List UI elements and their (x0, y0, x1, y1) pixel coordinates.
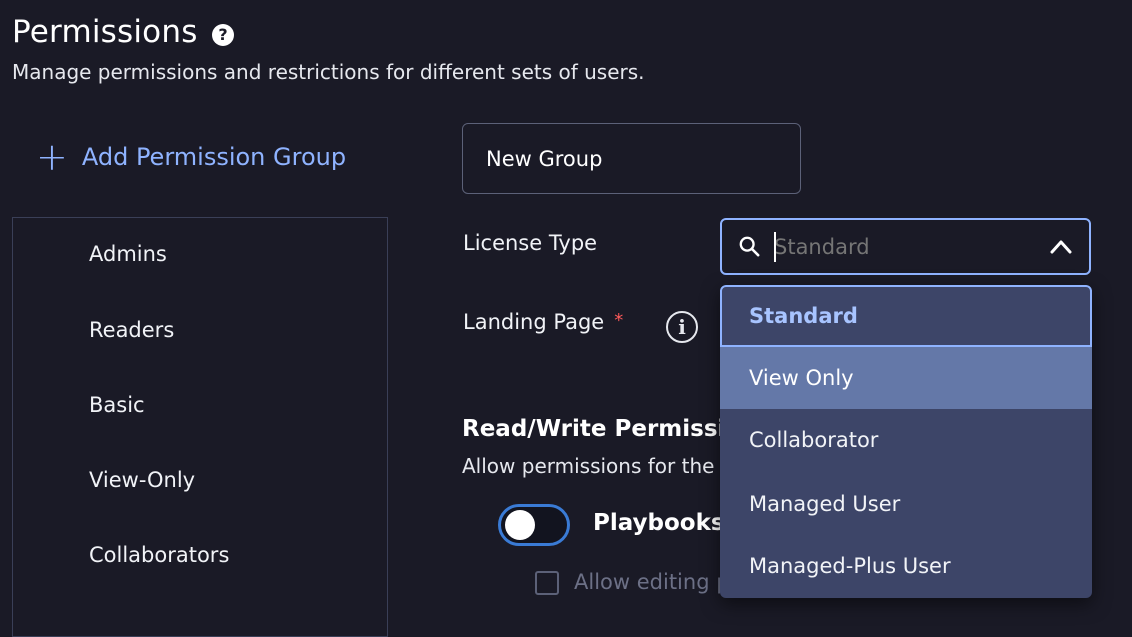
license-option-managed-plus-user[interactable]: Managed-Plus User (720, 535, 1092, 597)
landing-page-label-text: Landing Page (463, 310, 605, 334)
playbooks-toggle[interactable] (498, 504, 570, 546)
text-cursor (774, 232, 776, 262)
allow-editing-checkbox[interactable] (535, 571, 559, 595)
required-indicator: * (614, 310, 624, 331)
license-option-standard[interactable]: Standard (720, 285, 1092, 347)
plus-icon: + (36, 135, 68, 179)
info-circle-icon[interactable]: i (666, 311, 698, 343)
landing-page-label: Landing Page * (463, 310, 623, 334)
question-circle-icon[interactable]: ? (212, 24, 234, 46)
add-permission-group-label: Add Permission Group (81, 143, 347, 171)
group-item-collaborators[interactable]: Collaborators (89, 543, 229, 567)
search-icon (739, 236, 760, 257)
playbooks-label: Playbooks (593, 510, 720, 536)
license-option-view-only[interactable]: View Only (720, 347, 1092, 409)
license-type-select[interactable] (720, 218, 1091, 275)
group-item-view-only[interactable]: View-Only (89, 468, 195, 492)
group-name-input[interactable] (462, 123, 801, 194)
allow-editing-label: Allow editing playbooks (574, 570, 720, 594)
toggle-knob (505, 510, 535, 540)
group-item-admins[interactable]: Admins (89, 242, 167, 266)
license-type-label: License Type (463, 231, 598, 255)
license-option-managed-user[interactable]: Managed User (720, 473, 1092, 535)
license-option-collaborator[interactable]: Collaborator (720, 409, 1092, 471)
add-permission-group-button[interactable]: + Add Permission Group (36, 135, 347, 179)
page-subtitle: Manage permissions and restrictions for … (12, 60, 645, 84)
group-item-basic[interactable]: Basic (89, 393, 145, 417)
group-item-readers[interactable]: Readers (89, 318, 174, 342)
license-type-dropdown: Standard View Only Collaborator Managed … (720, 285, 1092, 598)
read-write-permissions-title: Read/Write Permissions (462, 416, 720, 442)
chevron-up-icon[interactable] (1049, 236, 1073, 258)
read-write-permissions-description: Allow permissions for the (462, 454, 715, 478)
license-type-search-input[interactable] (774, 230, 1024, 264)
permission-group-list: Admins Readers Basic View-Only Collabora… (12, 217, 388, 637)
page-title: Permissions (12, 14, 198, 50)
